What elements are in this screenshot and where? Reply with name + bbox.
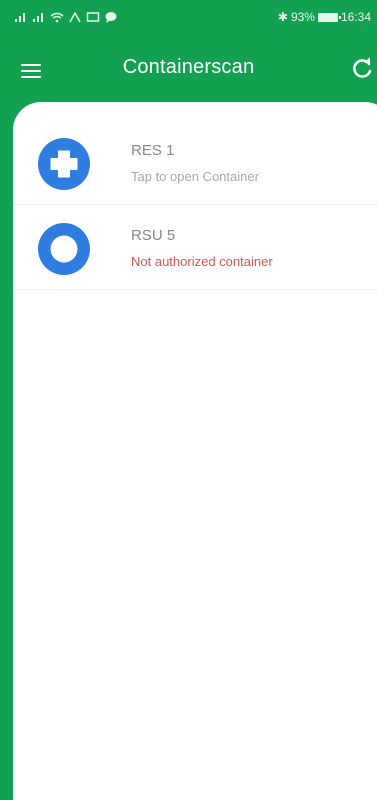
battery-icon: [317, 12, 341, 22]
signal-icon-2: [33, 13, 43, 22]
container-item-res-1[interactable]: RES 1 Tap to open Container: [13, 120, 377, 205]
app-screen: ✱ 93% 16:34 Containerscan RES 1 Tap to o…: [0, 0, 377, 800]
chat-icon: [105, 12, 117, 23]
hotspot-icon: [69, 11, 81, 23]
ring-icon: [38, 223, 90, 275]
container-name: RES 1: [131, 142, 175, 159]
bluetooth-icon: ✱: [277, 10, 288, 24]
plus-circle-icon: [38, 138, 90, 190]
refresh-icon[interactable]: [351, 56, 375, 80]
screen-icon: [86, 12, 100, 22]
container-item-rsu-5[interactable]: RSU 5 Not authorized container: [13, 205, 377, 290]
app-bar: Containerscan: [0, 34, 377, 104]
container-status: Tap to open Container: [131, 169, 259, 184]
battery-percent: 93%: [290, 10, 315, 24]
clock: 16:34: [340, 10, 371, 24]
status-icons-right: ✱ 93% 16:34: [278, 10, 371, 24]
status-bar: ✱ 93% 16:34: [0, 0, 377, 34]
signal-icon: [15, 13, 25, 22]
page-title: Containerscan: [122, 56, 255, 78]
container-list: RES 1 Tap to open Container RSU 5 Not au…: [13, 120, 377, 290]
container-list-panel: RES 1 Tap to open Container RSU 5 Not au…: [13, 102, 377, 800]
container-name: RSU 5: [131, 227, 176, 244]
wifi-icon: [50, 12, 64, 23]
container-status: Not authorized container: [131, 254, 273, 269]
status-icons-left: [14, 11, 118, 23]
